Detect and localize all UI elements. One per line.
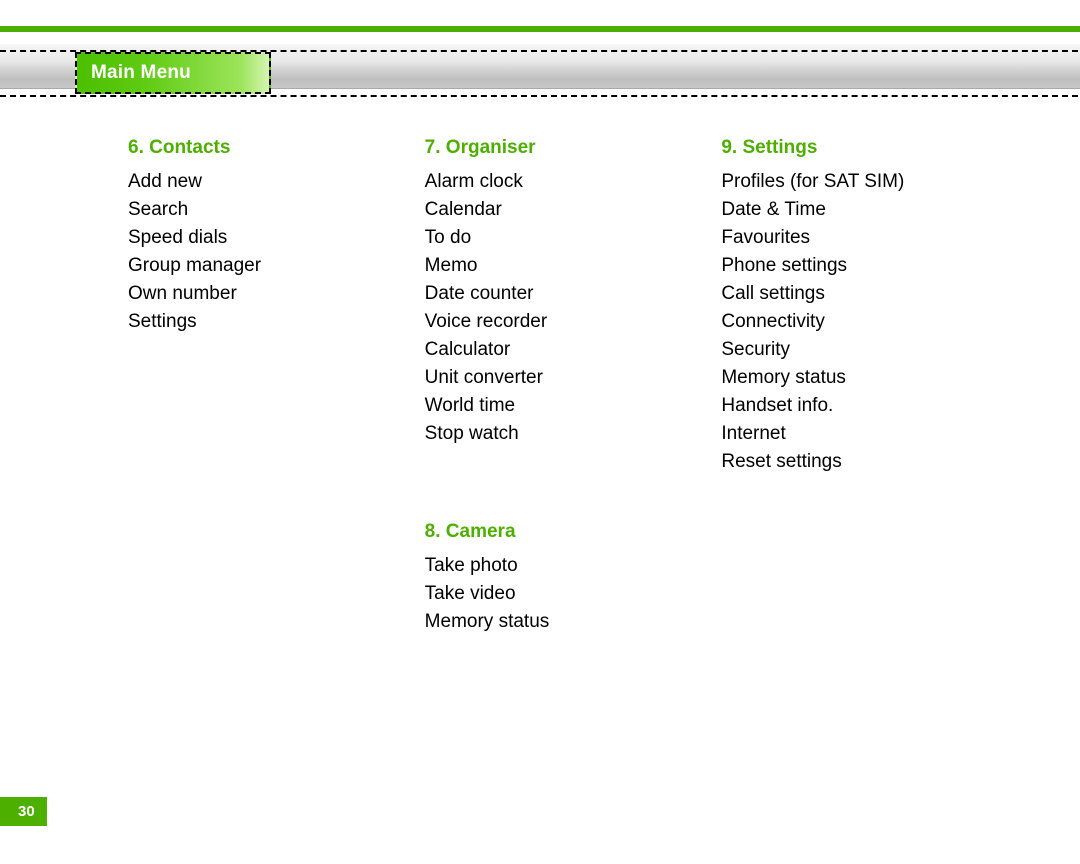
menu-item: Date & Time	[721, 196, 1018, 224]
menu-item: Voice recorder	[425, 308, 722, 336]
top-accent-bar	[0, 26, 1080, 32]
menu-columns: 6. Contacts Add newSearchSpeed dialsGroup…	[128, 134, 1018, 706]
menu-section: 6. Contacts Add newSearchSpeed dialsGroup…	[128, 134, 425, 336]
menu-item: Calculator	[425, 336, 722, 364]
menu-section-title: 8. Camera	[425, 518, 722, 546]
menu-item: Take photo	[425, 552, 722, 580]
menu-item: Date counter	[425, 280, 722, 308]
main-menu-tab: Main Menu	[75, 52, 271, 94]
menu-section: 9. Settings Profiles (for SAT SIM)Date & …	[721, 134, 1018, 476]
menu-item: Memory status	[425, 608, 722, 636]
menu-item: Group manager	[128, 252, 425, 280]
menu-column: 7. OrganiserAlarm clockCalendarTo doMemo…	[425, 134, 722, 706]
menu-section-title: 9. Settings	[721, 134, 1018, 162]
menu-column: 9. Settings Profiles (for SAT SIM)Date & …	[721, 134, 1018, 706]
menu-item: Security	[721, 336, 1018, 364]
menu-item: Add new	[128, 168, 425, 196]
menu-section: 8. Camera Take photoTake videoMemory stat…	[425, 518, 722, 636]
menu-section: 7. Organiser Alarm clockCalendarTo doMemo…	[425, 134, 722, 448]
menu-item: Speed dials	[128, 224, 425, 252]
menu-item: Favourites	[721, 224, 1018, 252]
main-menu-tab-label: Main Menu	[91, 62, 191, 83]
menu-item: Connectivity	[721, 308, 1018, 336]
menu-item: Phone settings	[721, 252, 1018, 280]
menu-item: World time	[425, 392, 722, 420]
menu-item: Unit converter	[425, 364, 722, 392]
menu-section-title: 6. Contacts	[128, 134, 425, 162]
menu-item: Reset settings	[721, 448, 1018, 476]
menu-item: Settings	[128, 308, 425, 336]
menu-item: To do	[425, 224, 722, 252]
menu-item: Call settings	[721, 280, 1018, 308]
menu-item: Search	[128, 196, 425, 224]
menu-item: Own number	[128, 280, 425, 308]
menu-item: Internet	[721, 420, 1018, 448]
main-menu-tab-wrap: Main Menu	[75, 52, 271, 94]
menu-item: Memory status	[721, 364, 1018, 392]
page-number-badge: 30	[0, 797, 47, 826]
menu-item: Handset info.	[721, 392, 1018, 420]
menu-item: Memo	[425, 252, 722, 280]
menu-item: Calendar	[425, 196, 722, 224]
menu-column: 6. Contacts Add newSearchSpeed dialsGroup…	[128, 134, 425, 706]
page-number: 30	[18, 803, 35, 820]
menu-item: Profiles (for SAT SIM)	[721, 168, 1018, 196]
menu-item: Stop watch	[425, 420, 722, 448]
menu-item: Take video	[425, 580, 722, 608]
menu-section-title: 7. Organiser	[425, 134, 722, 162]
menu-item: Alarm clock	[425, 168, 722, 196]
